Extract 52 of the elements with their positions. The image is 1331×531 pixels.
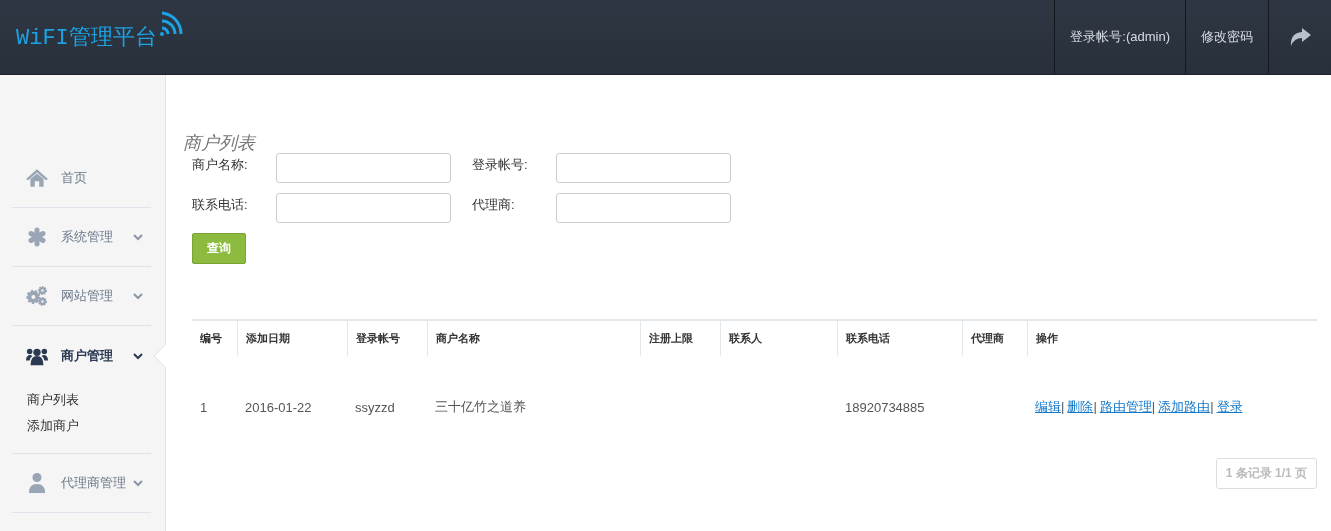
action-link[interactable]: 添加路由: [1158, 399, 1211, 414]
chevron-down-icon: [133, 233, 143, 241]
column-header: 操作: [1035, 332, 1058, 344]
home-icon: [26, 168, 48, 188]
table-cell: 2016-01-22: [245, 399, 312, 415]
column-header: 联系电话: [845, 332, 890, 344]
submenu-item[interactable]: 添加商户: [27, 417, 151, 435]
field-label: 代理商:: [472, 196, 516, 214]
sidebar-item[interactable]: 系统管理: [12, 208, 151, 267]
column-header: 登录帐号: [355, 332, 400, 344]
action-link[interactable]: 路由管理: [1099, 399, 1152, 414]
separator-text: |: [1093, 399, 1097, 414]
chevron-down-icon: [133, 351, 143, 360]
submenu-item[interactable]: 商户列表: [27, 391, 151, 409]
separator-text: |: [1210, 399, 1214, 414]
field-label: 联系电话:: [192, 196, 249, 214]
field-label: 商户名称:: [192, 156, 249, 174]
input-field[interactable]: [556, 193, 731, 223]
table-cell: 1: [200, 399, 208, 415]
column-header: 代理商: [970, 332, 1004, 344]
separator-text: |: [1061, 399, 1065, 414]
pagination-info: 1 条记录 1/1 页: [1215, 458, 1317, 489]
page-title: 商户列表: [183, 132, 257, 155]
chevron-down-icon: [133, 292, 143, 300]
change-password-link[interactable]: 修改密码: [1185, 0, 1268, 74]
input-field[interactable]: [556, 153, 731, 183]
account-link[interactable]: 登录帐号:(admin): [1054, 0, 1185, 74]
logo-text: WiFI管理平台: [16, 25, 157, 52]
column-header: 联系人: [728, 332, 762, 344]
action-link[interactable]: 删除: [1067, 399, 1094, 414]
person-icon: [26, 473, 48, 493]
share-icon[interactable]: [1289, 28, 1311, 46]
gears-icon: [26, 286, 48, 306]
input-field[interactable]: [276, 193, 451, 223]
column-header: 注册上限: [648, 332, 693, 344]
chevron-down-icon: [133, 479, 143, 487]
table-cell: 三十亿竹之道养: [435, 399, 526, 414]
table-cell: 18920734885: [845, 399, 925, 415]
column-header: 编号: [200, 332, 222, 344]
sidebar-item[interactable]: 网站管理: [12, 267, 151, 326]
action-link[interactable]: 编辑: [1035, 399, 1061, 414]
input-field[interactable]: [276, 153, 451, 183]
asterisk-icon: [26, 227, 48, 247]
column-header: 添加日期: [245, 332, 290, 344]
column-header: 商户名称: [435, 332, 480, 344]
sidebar-item[interactable]: 代理商管理: [12, 454, 151, 513]
sidebar-item[interactable]: 首页: [12, 149, 151, 208]
action-link[interactable]: 登录: [1216, 399, 1243, 414]
separator-text: |: [1151, 399, 1156, 414]
field-label: 登录帐号:: [472, 156, 529, 174]
table-cell: ssyzzd: [355, 399, 395, 415]
sidebar-item[interactable]: 商户管理: [12, 326, 151, 385]
